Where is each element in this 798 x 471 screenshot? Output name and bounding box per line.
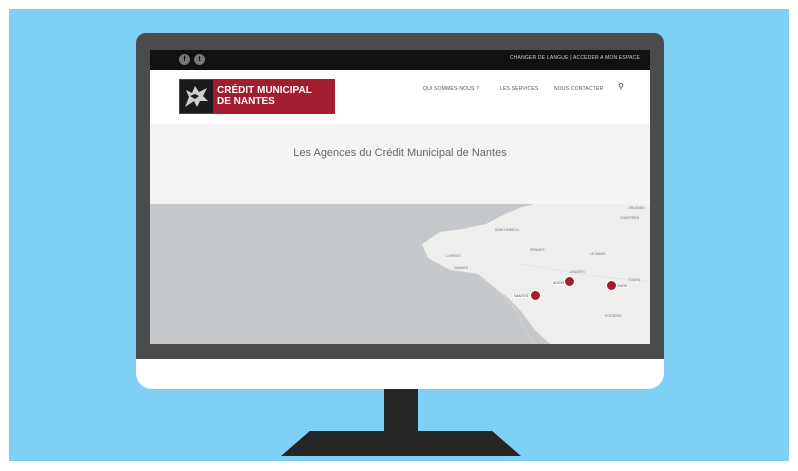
site-header: CRÉDIT MUNICIPAL DE NANTES QUI SOMMES-NO…: [150, 70, 650, 124]
city-label: TOURS: [628, 278, 641, 282]
nav-item-nous-contacter[interactable]: NOUS CONTACTER: [554, 86, 603, 92]
monitor-chin: [136, 359, 664, 389]
logo-line-2: DE NANTES: [217, 96, 275, 107]
agencies-map[interactable]: SAINT-BRIEUC RENNES LE MANS LORIENT VANN…: [150, 204, 650, 344]
city-label: ANGERS: [570, 270, 585, 274]
city-label: LE MANS: [590, 252, 606, 256]
top-bar: f t CHANGER DE LANGUE | ACCEDER A MON ES…: [150, 50, 650, 70]
nav-item-qui-sommes-nous[interactable]: QUI SOMMES-NOUS ?: [423, 86, 479, 92]
city-label: ORLÉANS: [628, 206, 645, 210]
search-icon[interactable]: ⚲: [618, 82, 624, 91]
twitter-icon[interactable]: t: [194, 54, 205, 65]
city-label: RENNES: [530, 248, 545, 252]
map-land-shape: [422, 204, 650, 344]
facebook-icon[interactable]: f: [179, 54, 190, 65]
logo-text: CRÉDIT MUNICIPAL DE NANTES: [217, 85, 312, 107]
site-logo[interactable]: CRÉDIT MUNICIPAL DE NANTES: [179, 79, 335, 114]
map-pin-angers[interactable]: [564, 276, 575, 287]
map-pin-nantes[interactable]: [530, 290, 541, 301]
page-title: Les Agences du Crédit Municipal de Nante…: [293, 147, 507, 159]
city-label: CHARTRES: [620, 216, 640, 220]
pin-label-nantes: NANTES: [513, 294, 530, 298]
page-hero: Les Agences du Crédit Municipal de Nante…: [150, 124, 650, 204]
city-label: LORIENT: [446, 254, 462, 258]
map-pin-tours[interactable]: [606, 280, 617, 291]
city-label: SAINT-BRIEUC: [495, 228, 520, 232]
monitor-stand-base: [281, 431, 521, 456]
city-label: POITIERS: [605, 314, 622, 318]
nav-item-les-services[interactable]: LES SERVICES: [500, 86, 538, 92]
monitor-stand-neck: [384, 389, 418, 433]
city-label: VANNES: [454, 266, 469, 270]
topbar-links[interactable]: CHANGER DE LANGUE | ACCEDER A MON ESPACE: [510, 55, 640, 61]
logo-line-1: CRÉDIT MUNICIPAL: [217, 85, 312, 96]
website-screen: f t CHANGER DE LANGUE | ACCEDER A MON ES…: [150, 50, 650, 344]
griffin-logo-icon: [180, 80, 213, 113]
